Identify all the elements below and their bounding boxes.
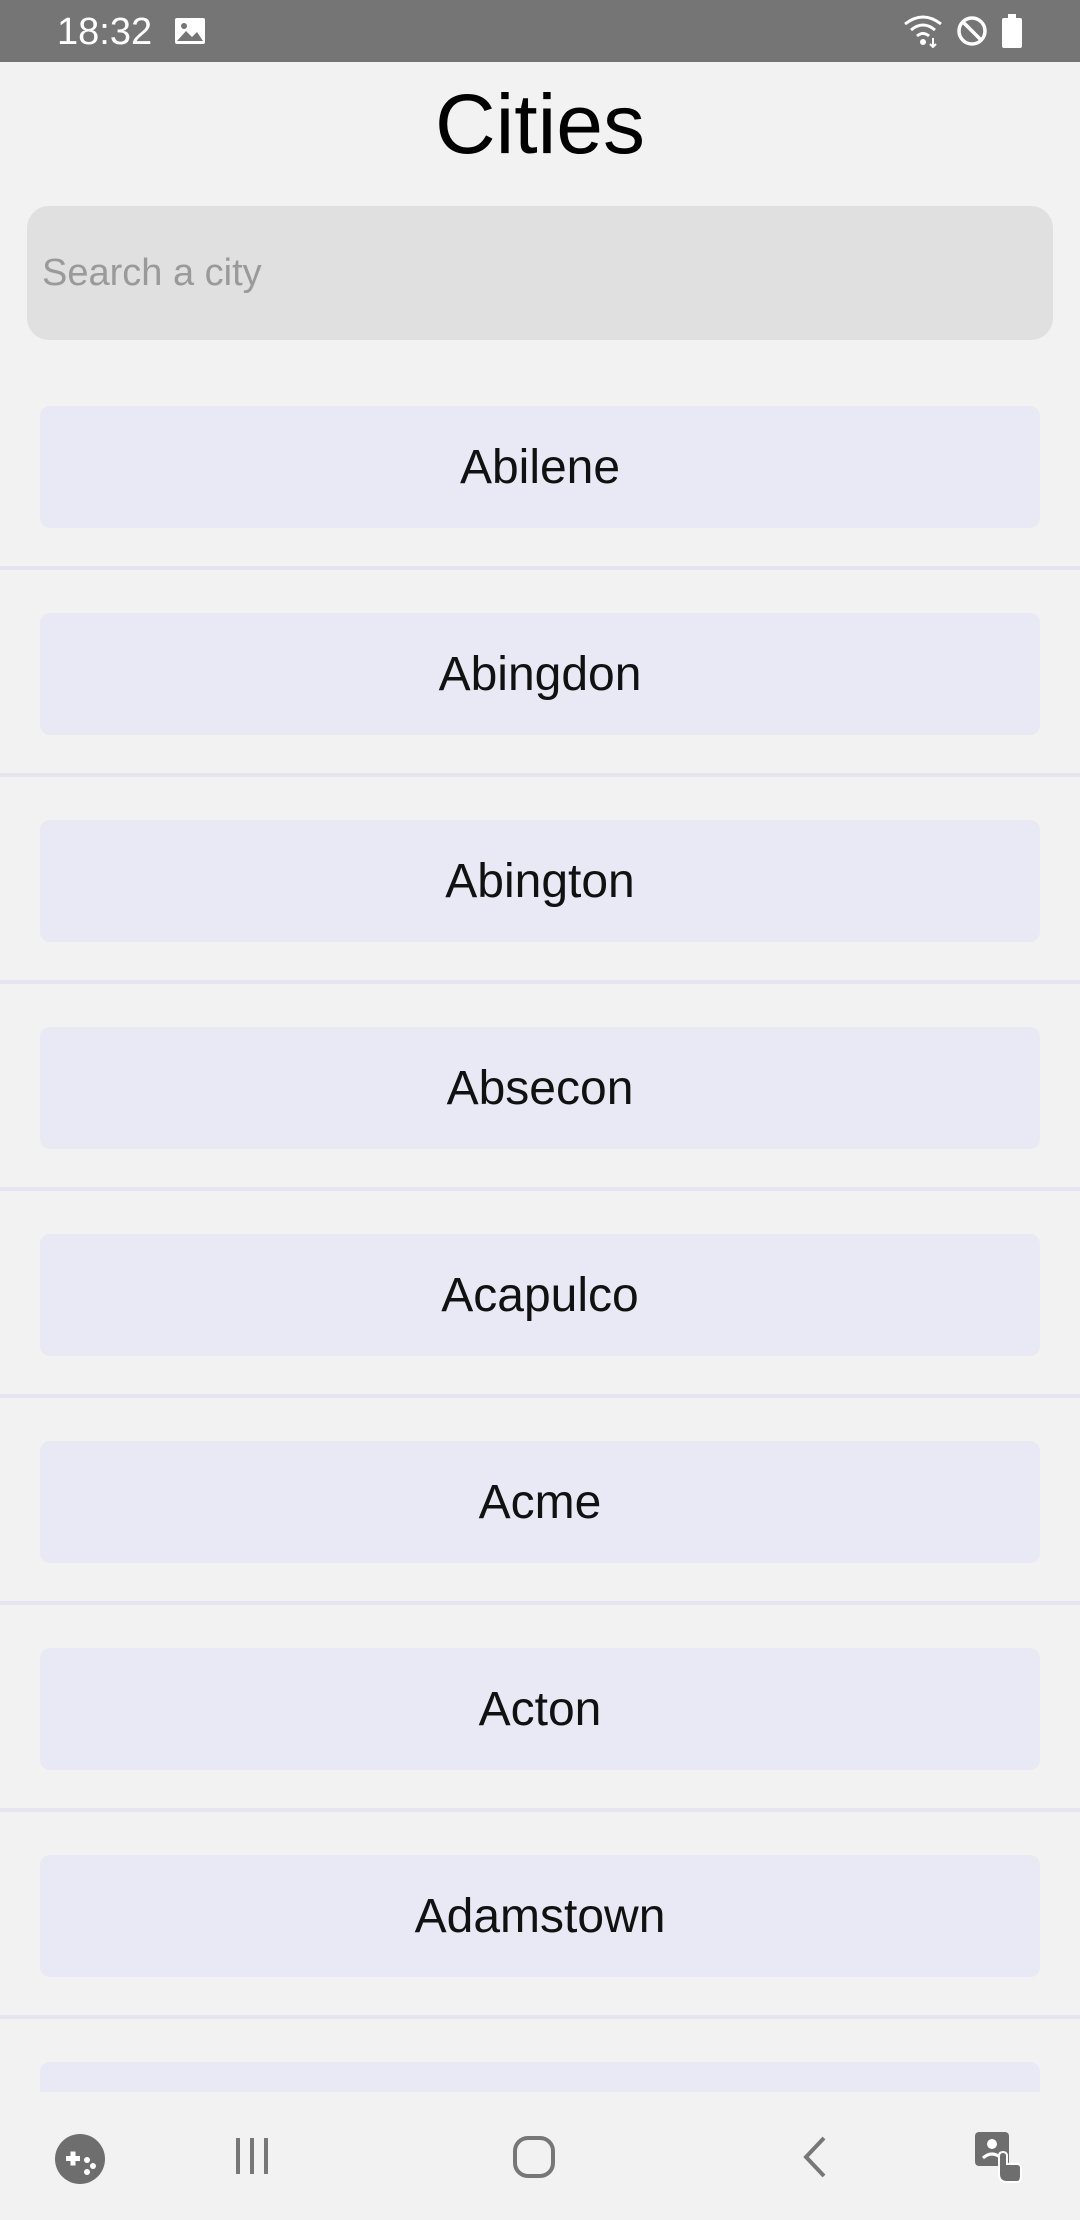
city-label: Abilene xyxy=(459,440,621,494)
list-item: Absecon xyxy=(0,1027,1080,1234)
list-item: Acton xyxy=(0,1648,1080,1855)
list-item: Acapulco xyxy=(0,1234,1080,1441)
city-button[interactable]: Absecon xyxy=(40,1027,1040,1149)
battery-icon xyxy=(1002,14,1022,48)
city-button[interactable]: Acapulco xyxy=(40,1234,1040,1356)
home-icon[interactable] xyxy=(511,2134,557,2180)
accessibility-icon[interactable] xyxy=(973,2130,1027,2186)
divider xyxy=(0,1187,1080,1191)
list-item: Adamstown xyxy=(0,1855,1080,2062)
city-label: Acme xyxy=(478,1475,602,1529)
city-button[interactable]: Abington xyxy=(40,820,1040,942)
city-button[interactable]: Acton xyxy=(40,1648,1040,1770)
city-label: Absecon xyxy=(446,1061,634,1115)
divider xyxy=(0,2015,1080,2019)
do-not-disturb-icon xyxy=(957,16,987,46)
page-title: Cities xyxy=(434,77,646,171)
divider xyxy=(0,1601,1080,1605)
status-time: 18:32 xyxy=(57,11,153,53)
city-label: Acapulco xyxy=(441,1268,639,1322)
list-item: Acme xyxy=(0,1441,1080,1648)
city-button[interactable]: Adamstown xyxy=(40,1855,1040,1977)
image-icon xyxy=(175,18,205,44)
divider xyxy=(0,773,1080,777)
city-label: Abington xyxy=(445,854,635,908)
list-item xyxy=(0,2062,1080,2092)
recent-apps-icon[interactable] xyxy=(230,2134,274,2178)
list-item: Abington xyxy=(0,820,1080,1027)
divider xyxy=(0,980,1080,984)
navigation-bar xyxy=(0,2092,1080,2220)
search-input[interactable] xyxy=(27,206,1053,340)
divider xyxy=(0,566,1080,570)
list-item: Abingdon xyxy=(0,613,1080,820)
list-item: Abilene xyxy=(0,406,1080,613)
city-label: Adamstown xyxy=(414,1889,666,1943)
wifi-icon xyxy=(904,15,942,48)
city-button[interactable]: Abingdon xyxy=(40,613,1040,735)
status-bar: 18:32 xyxy=(0,0,1080,62)
city-button[interactable]: Abilene xyxy=(40,406,1040,528)
divider xyxy=(0,1394,1080,1398)
game-launcher-icon[interactable] xyxy=(53,2132,107,2186)
back-icon[interactable] xyxy=(800,2134,830,2180)
city-label: Abingdon xyxy=(438,647,642,701)
city-label: Acton xyxy=(478,1682,602,1736)
city-button[interactable] xyxy=(40,2062,1040,2092)
divider xyxy=(0,1808,1080,1812)
city-button[interactable]: Acme xyxy=(40,1441,1040,1563)
